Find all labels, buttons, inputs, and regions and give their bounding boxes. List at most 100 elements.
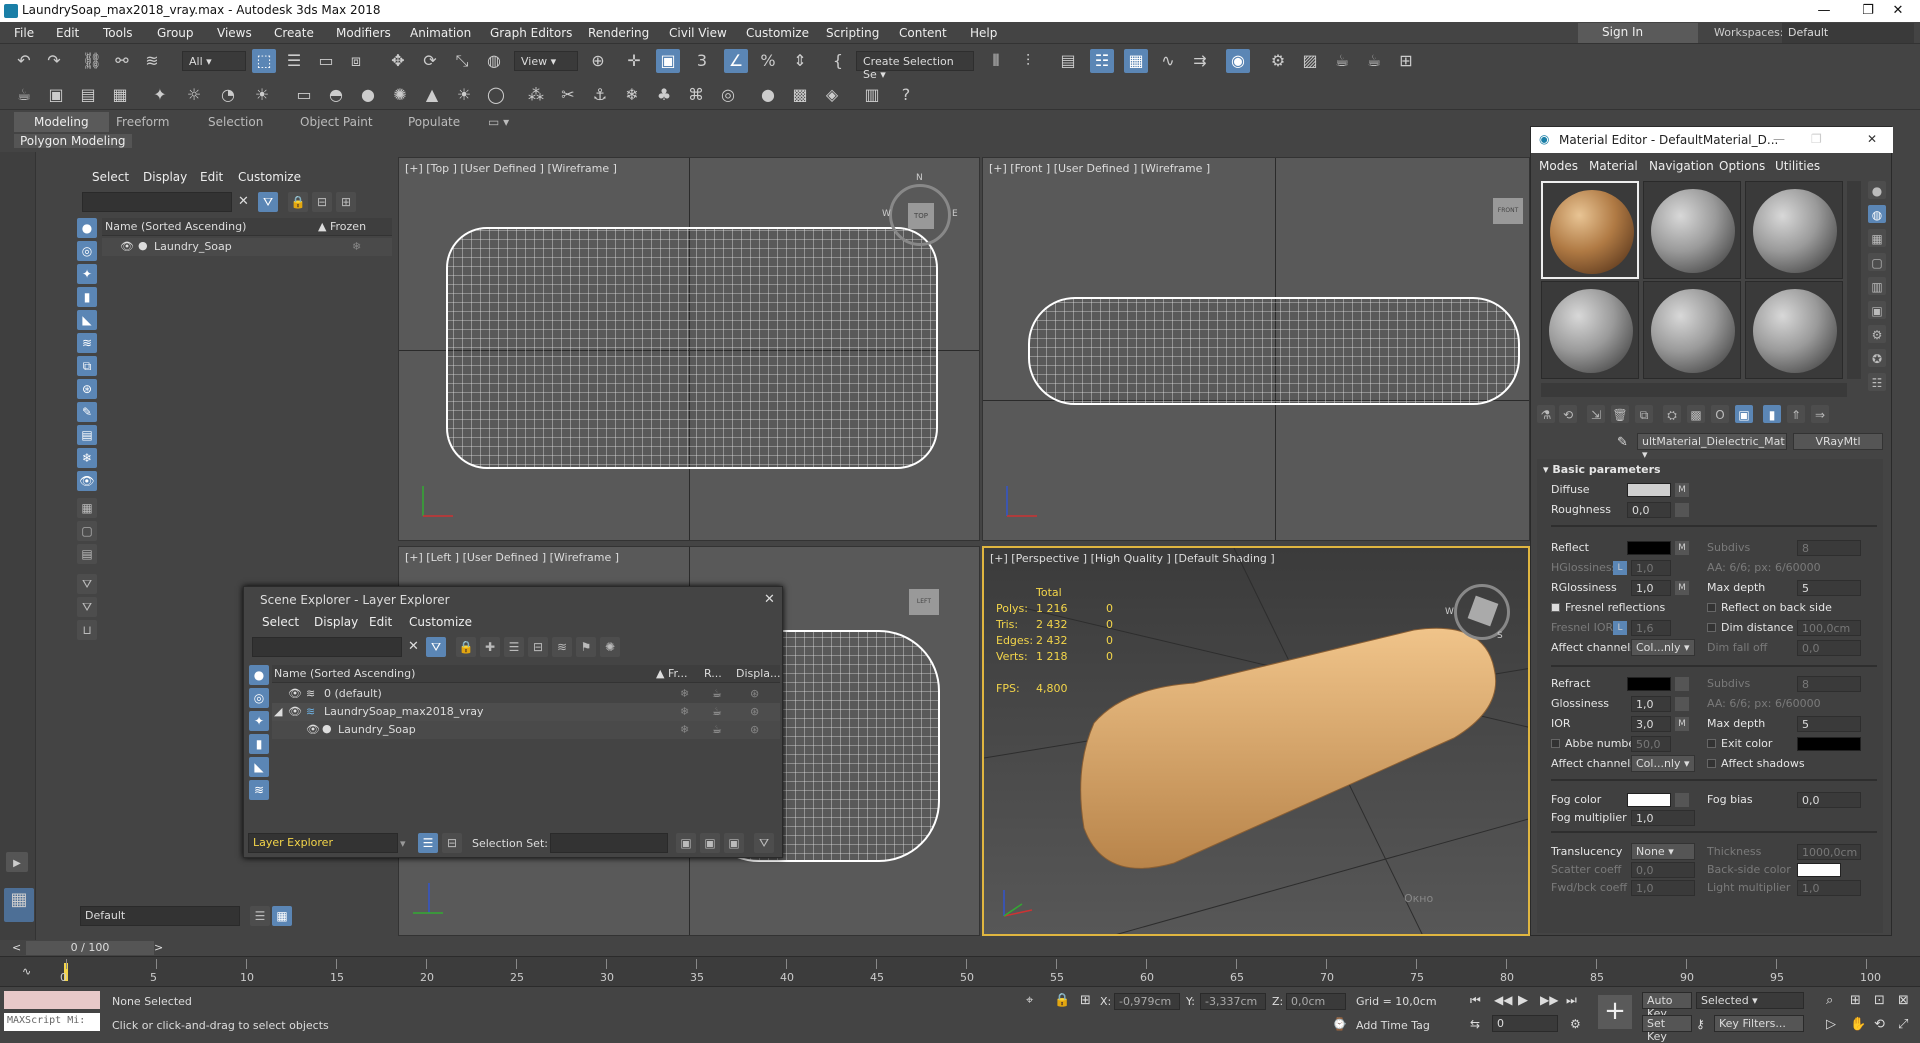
- diffuse-swatch[interactable]: [1627, 483, 1671, 497]
- visibility-eye-icon[interactable]: 👁: [288, 705, 302, 718]
- bind-space-warp-icon[interactable]: ≋: [140, 49, 164, 73]
- menu-animation[interactable]: Animation: [410, 26, 471, 40]
- vray-sphere-light-icon[interactable]: ●: [356, 83, 380, 107]
- z-coord-field[interactable]: 0,0cm: [1286, 993, 1346, 1010]
- percent-snap-icon[interactable]: %: [756, 49, 780, 73]
- vray-material-icon[interactable]: ●: [756, 83, 780, 107]
- se-new-layer-icon[interactable]: ✚: [480, 637, 500, 657]
- vray-fur-icon[interactable]: ⁂: [524, 83, 548, 107]
- roughness-map-button[interactable]: [1675, 503, 1689, 517]
- viewcube-perspective[interactable]: W S: [1445, 584, 1510, 641]
- minimize-button[interactable]: —: [1802, 0, 1846, 22]
- vray-frame-buffer-icon[interactable]: ▣: [44, 83, 68, 107]
- track-bar[interactable]: ∿ 0 5 10 15 20 25 30 35 40 45 50 55 60 65 70 75 80 85 90 95…: [0, 956, 1920, 986]
- align-icon[interactable]: ⫶: [1016, 49, 1040, 73]
- display-frozen-icon[interactable]: ▦: [77, 498, 97, 518]
- refract-subdivs-spinner[interactable]: 8: [1797, 676, 1861, 692]
- workspaces-dropdown[interactable]: Default: [1782, 23, 1914, 43]
- scale-icon[interactable]: ⤡: [450, 49, 474, 73]
- fresnel-ior-spinner[interactable]: 1,6: [1631, 620, 1671, 636]
- select-manipulate-icon[interactable]: ✛: [622, 49, 646, 73]
- se-row[interactable]: 👁 ≋ 0 (default) ❄ ☕ ⊛: [272, 685, 780, 703]
- menu-edit[interactable]: Edit: [56, 26, 79, 40]
- me-close-button[interactable]: ✕: [1867, 132, 1877, 146]
- material-slot[interactable]: [1643, 181, 1741, 279]
- hgloss-lock-button[interactable]: L: [1613, 561, 1627, 575]
- refract-max-depth-spinner[interactable]: 5: [1797, 716, 1861, 732]
- affect-channels-dropdown[interactable]: Col...nly ▾: [1631, 639, 1695, 656]
- field-of-view-icon[interactable]: ▷: [1826, 1017, 1836, 1032]
- place-icon[interactable]: ◍: [482, 49, 506, 73]
- rgloss-map-button[interactable]: M: [1675, 581, 1689, 595]
- se-add-to-layer-icon[interactable]: ☰: [504, 637, 524, 657]
- video-color-check-icon[interactable]: ▥: [1868, 277, 1886, 295]
- visibility-eye-icon[interactable]: 👁: [306, 723, 320, 736]
- affect-shadows-checkbox[interactable]: [1707, 759, 1716, 768]
- ribbon-options-icon[interactable]: ▭ ▾: [488, 115, 509, 129]
- vray-sun-icon[interactable]: ☀: [250, 83, 274, 107]
- se-clear-search-icon[interactable]: ✕: [408, 639, 419, 654]
- toggle-scene-explorer-icon[interactable]: ▤: [1056, 49, 1080, 73]
- se-remove-icon[interactable]: ▣: [724, 833, 744, 853]
- explorer-search-input[interactable]: [82, 192, 232, 212]
- layer-hierarchy-icon[interactable]: ⊞: [336, 192, 356, 212]
- vray-light-icon[interactable]: ✦: [148, 83, 172, 107]
- layers-stack-icon[interactable]: ☰: [250, 906, 270, 926]
- keyboard-shortcut-override-icon[interactable]: ▣: [656, 49, 680, 73]
- close-button[interactable]: ✕: [1876, 0, 1920, 22]
- toggle-ribbon-icon[interactable]: ▦: [1124, 49, 1148, 73]
- me-minimize-button[interactable]: —: [1773, 132, 1785, 146]
- freeze-icon[interactable]: ❄: [680, 705, 689, 718]
- uv-tiling-icon[interactable]: ▢: [1868, 253, 1886, 271]
- freeze-icon[interactable]: ❄: [352, 240, 361, 253]
- fresnel-ior-lock-button[interactable]: L: [1613, 621, 1627, 635]
- angle-snap-icon[interactable]: ∠: [724, 49, 748, 73]
- menu-help[interactable]: Help: [970, 26, 997, 40]
- render-teapot-icon[interactable]: ☕: [712, 705, 722, 718]
- show-map-icon[interactable]: O: [1711, 405, 1729, 423]
- reflect-back-checkbox[interactable]: [1707, 603, 1716, 612]
- reflect-swatch[interactable]: [1627, 541, 1671, 555]
- display-icon[interactable]: ⊛: [750, 687, 759, 700]
- rgloss-spinner[interactable]: 1,0: [1631, 580, 1671, 596]
- menu-rendering[interactable]: Rendering: [588, 26, 649, 40]
- reflect-subdivs-spinner[interactable]: 8: [1797, 540, 1861, 556]
- hierarchy-icon[interactable]: ⊟: [312, 192, 332, 212]
- display-bones-icon[interactable]: ✎: [77, 402, 97, 422]
- options-icon[interactable]: ⚙: [1868, 325, 1886, 343]
- absolute-mode-icon[interactable]: ⊞: [1080, 993, 1091, 1008]
- exit-color-swatch[interactable]: [1797, 737, 1861, 751]
- scene-explorer-title[interactable]: Scene Explorer - Layer Explorer: [260, 593, 450, 607]
- selection-lock-icon[interactable]: 🔒: [1054, 993, 1070, 1008]
- backlight-icon[interactable]: ◍: [1868, 205, 1886, 223]
- se-col-frozen[interactable]: Fr...: [668, 667, 688, 680]
- explorer-menu-customize[interactable]: Customize: [238, 170, 301, 184]
- explorer-menu-select[interactable]: Select: [92, 170, 129, 184]
- slots-vertical-scrollbar[interactable]: [1847, 181, 1861, 379]
- se-active-layer-icon[interactable]: ⚑: [576, 637, 596, 657]
- se-col-name[interactable]: Name (Sorted Ascending): [274, 667, 415, 680]
- vray-lister-icon[interactable]: ▦: [108, 83, 132, 107]
- show-shaded-icon[interactable]: ▣: [1735, 405, 1753, 423]
- viewcube-face[interactable]: [1467, 595, 1499, 627]
- se-col-display[interactable]: Displa...: [736, 667, 781, 680]
- zoom-all-icon[interactable]: ⊞: [1850, 993, 1861, 1008]
- tab-modeling[interactable]: Modeling: [14, 112, 109, 132]
- snaps-toggle-icon[interactable]: 3: [690, 49, 714, 73]
- menu-graph-editors[interactable]: Graph Editors: [490, 26, 572, 40]
- make-preview-icon[interactable]: ▣: [1868, 301, 1886, 319]
- viewcube-face[interactable]: TOP: [908, 203, 934, 229]
- vray-material-override-icon[interactable]: ▩: [788, 83, 812, 107]
- render-teapot-icon[interactable]: ☕: [712, 687, 722, 700]
- maxscript-input[interactable]: MAXScript Mi:: [4, 1013, 100, 1031]
- curve-editor-icon[interactable]: ∿: [1156, 49, 1180, 73]
- select-object-icon[interactable]: ⬚: [252, 49, 276, 73]
- se-hierarchy-icon[interactable]: ⊟: [528, 637, 548, 657]
- col-frozen-header[interactable]: Frozen: [330, 220, 366, 233]
- material-navigator-icon[interactable]: ☷: [1868, 373, 1886, 391]
- material-editor-icon[interactable]: ◉: [1226, 49, 1250, 73]
- me-menu-modes[interactable]: Modes: [1539, 159, 1578, 173]
- selection-set-dropdown[interactable]: [550, 833, 668, 853]
- tab-freeform[interactable]: Freeform: [116, 115, 169, 129]
- menu-create[interactable]: Create: [274, 26, 314, 40]
